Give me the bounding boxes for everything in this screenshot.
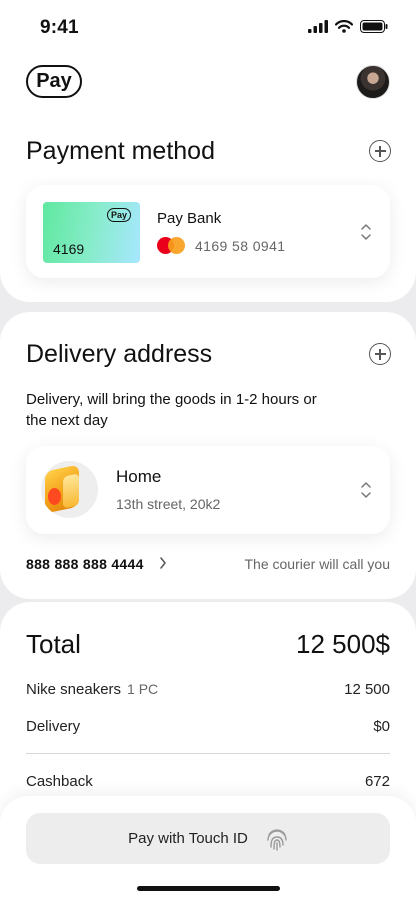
divider bbox=[26, 753, 390, 754]
status-time: 9:41 bbox=[40, 17, 79, 38]
status-icons bbox=[308, 20, 388, 33]
delivery-panel: Delivery address Delivery, will bring th… bbox=[0, 312, 416, 599]
battery-icon bbox=[360, 20, 388, 33]
delivery-cost-label: Delivery bbox=[26, 718, 81, 735]
line-item-label: Nike sneakers 1 PC bbox=[26, 681, 159, 698]
address-street: 13th street, 20k2 bbox=[116, 496, 221, 512]
bank-card-thumbnail: Pay 4169 bbox=[43, 202, 140, 263]
status-bar: 9:41 bbox=[0, 0, 416, 56]
cashback-label: Cashback bbox=[26, 773, 93, 790]
bottom-bar: Pay with Touch ID bbox=[0, 796, 416, 900]
card-number: 4169 58 0941 bbox=[195, 238, 286, 254]
mastercard-icon bbox=[157, 237, 185, 254]
delivery-address-title: Delivery address bbox=[26, 340, 213, 368]
app-logo: Pay bbox=[26, 65, 82, 98]
pay-button-label: Pay with Touch ID bbox=[128, 830, 248, 847]
total-label: Total bbox=[26, 629, 81, 659]
delivery-cost-value: $0 bbox=[373, 718, 390, 735]
total-value: 12 500$ bbox=[296, 629, 390, 659]
fingerprint-icon bbox=[267, 828, 287, 851]
home-indicator bbox=[137, 886, 280, 891]
home-cube-icon bbox=[41, 461, 98, 518]
avatar[interactable] bbox=[356, 65, 390, 99]
address-title: Home bbox=[116, 467, 162, 486]
add-payment-button[interactable] bbox=[369, 140, 391, 162]
delivery-description: Delivery, will bring the goods in 1-2 ho… bbox=[26, 391, 317, 429]
pay-touch-id-button[interactable]: Pay with Touch ID bbox=[26, 813, 390, 864]
header-panel: 9:41 Pay Payment method Pay 4169 Pay Ban… bbox=[0, 0, 416, 302]
card-brand-logo: Pay bbox=[107, 208, 131, 222]
add-address-button[interactable] bbox=[369, 343, 391, 365]
line-item-value: 12 500 bbox=[344, 681, 390, 698]
line-item-qty: 1 PC bbox=[127, 681, 159, 697]
wifi-icon bbox=[335, 20, 353, 33]
address-selector[interactable]: Home 13th street, 20k2 bbox=[26, 446, 390, 534]
chevron-up-down-icon[interactable] bbox=[360, 223, 372, 241]
courier-note: The courier will call you bbox=[244, 556, 391, 572]
cashback-value: 672 bbox=[364, 773, 390, 790]
payment-card-selector[interactable]: Pay 4169 Pay Bank 4169 58 0941 bbox=[26, 185, 390, 278]
bank-name: Pay Bank bbox=[157, 210, 222, 227]
chevron-right-icon[interactable] bbox=[159, 556, 167, 570]
payment-method-title: Payment method bbox=[26, 137, 215, 165]
signal-icon bbox=[308, 20, 328, 33]
phone-number-link[interactable]: 888 888 888 4444 bbox=[26, 556, 144, 572]
chevron-up-down-icon[interactable] bbox=[360, 481, 372, 499]
card-last4: 4169 bbox=[53, 241, 85, 257]
